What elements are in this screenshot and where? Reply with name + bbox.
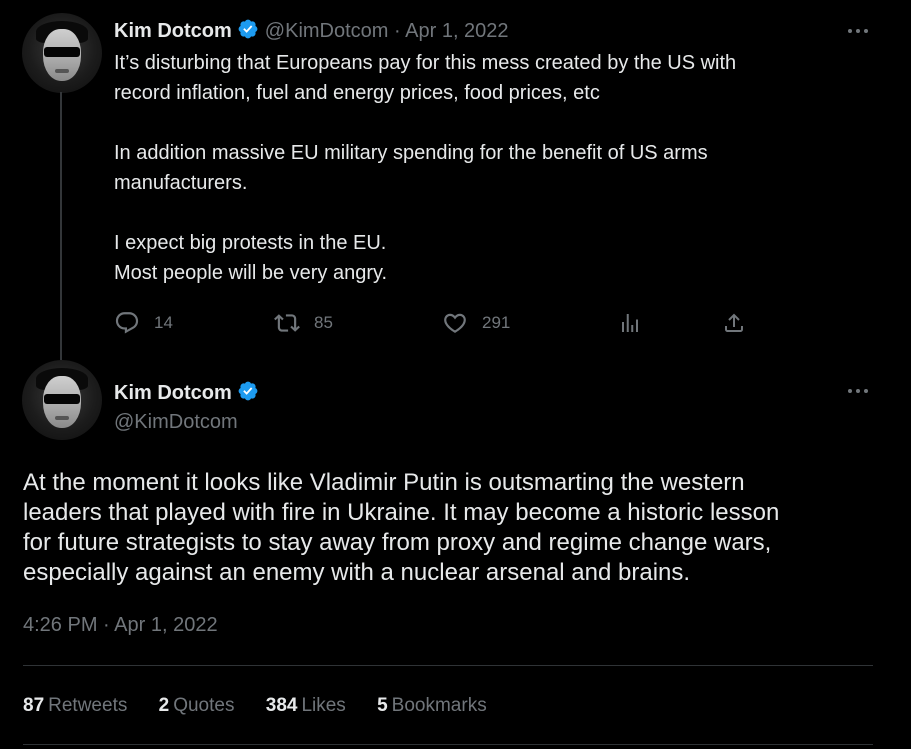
share-icon	[722, 311, 746, 335]
bookmarks-stat[interactable]: 5 Bookmarks	[377, 695, 487, 717]
tweet-header: Kim Dotcom	[114, 380, 259, 407]
author-name[interactable]: Kim Dotcom	[114, 382, 232, 404]
quotes-count: 2	[158, 695, 170, 716]
bookmarks-label: Bookmarks	[391, 695, 487, 716]
tweet-actions: 14 85 291	[114, 308, 754, 338]
retweet-button[interactable]: 85	[274, 308, 333, 338]
tweet-line: Most people will be very angry.	[114, 262, 388, 284]
tweet-line: At the moment it looks like Vladimir Put…	[23, 469, 745, 496]
tweet-line: record inflation, fuel and energy prices…	[114, 82, 600, 104]
tweet-text: At the moment it looks like Vladimir Put…	[23, 468, 873, 588]
author-handle[interactable]: @KimDotcom	[265, 20, 389, 42]
tweet-thread: Kim Dotcom @KimDotcom · Apr 1, 2022 It’s …	[0, 0, 911, 749]
likes-label: Likes	[301, 695, 346, 716]
thread-connector	[60, 92, 62, 360]
views-button[interactable]	[618, 308, 642, 338]
avatar[interactable]	[22, 360, 102, 440]
separator: ·	[394, 20, 401, 42]
quotes-label: Quotes	[173, 695, 235, 716]
views-icon	[618, 311, 642, 335]
tweet-date[interactable]: Apr 1, 2022	[405, 20, 508, 42]
tweet-header: Kim Dotcom @KimDotcom · Apr 1, 2022	[114, 18, 509, 46]
author-handle[interactable]: @KimDotcom	[114, 411, 238, 434]
like-count: 291	[482, 313, 511, 332]
like-icon	[442, 310, 468, 336]
likes-stat[interactable]: 384 Likes	[266, 695, 346, 717]
verified-badge-icon	[237, 18, 259, 46]
more-icon[interactable]	[848, 386, 872, 396]
tweet-line: In addition massive EU military spending…	[114, 142, 708, 164]
tweet-line: I expect big protests in the EU.	[114, 232, 387, 254]
retweets-count: 87	[23, 695, 45, 716]
avatar[interactable]	[22, 13, 102, 93]
tweet-line: leaders that played with fire in Ukraine…	[23, 499, 780, 526]
retweet-icon	[274, 310, 300, 336]
divider	[23, 744, 873, 745]
retweets-stat[interactable]: 87 Retweets	[23, 695, 127, 717]
share-button[interactable]	[722, 308, 746, 338]
reply-button[interactable]: 14	[114, 308, 173, 338]
tweet-line: for future strategists to stay away from…	[23, 529, 772, 556]
tweet-line: It’s disturbing that Europeans pay for t…	[114, 52, 737, 74]
retweet-count: 85	[314, 313, 333, 332]
like-button[interactable]: 291	[442, 308, 510, 338]
verified-badge-icon	[237, 380, 259, 407]
divider	[23, 665, 873, 666]
tweet-stats: 87 Retweets 2 Quotes 384 Likes 5 Bookmarks	[23, 695, 513, 717]
retweets-label: Retweets	[48, 695, 128, 716]
tweet-line: especially against an enemy with a nucle…	[23, 559, 691, 586]
tweet-timestamp[interactable]: 4:26 PM · Apr 1, 2022	[23, 614, 218, 637]
tweet-text: It’s disturbing that Europeans pay for t…	[114, 48, 854, 288]
more-icon[interactable]	[848, 26, 872, 36]
reply-icon	[114, 310, 140, 336]
tweet-line: manufacturers.	[114, 172, 248, 194]
bookmarks-count: 5	[377, 695, 388, 716]
likes-count: 384	[265, 695, 298, 716]
author-name[interactable]: Kim Dotcom	[114, 20, 232, 42]
quotes-stat[interactable]: 2 Quotes	[159, 695, 235, 717]
reply-count: 14	[154, 313, 173, 332]
